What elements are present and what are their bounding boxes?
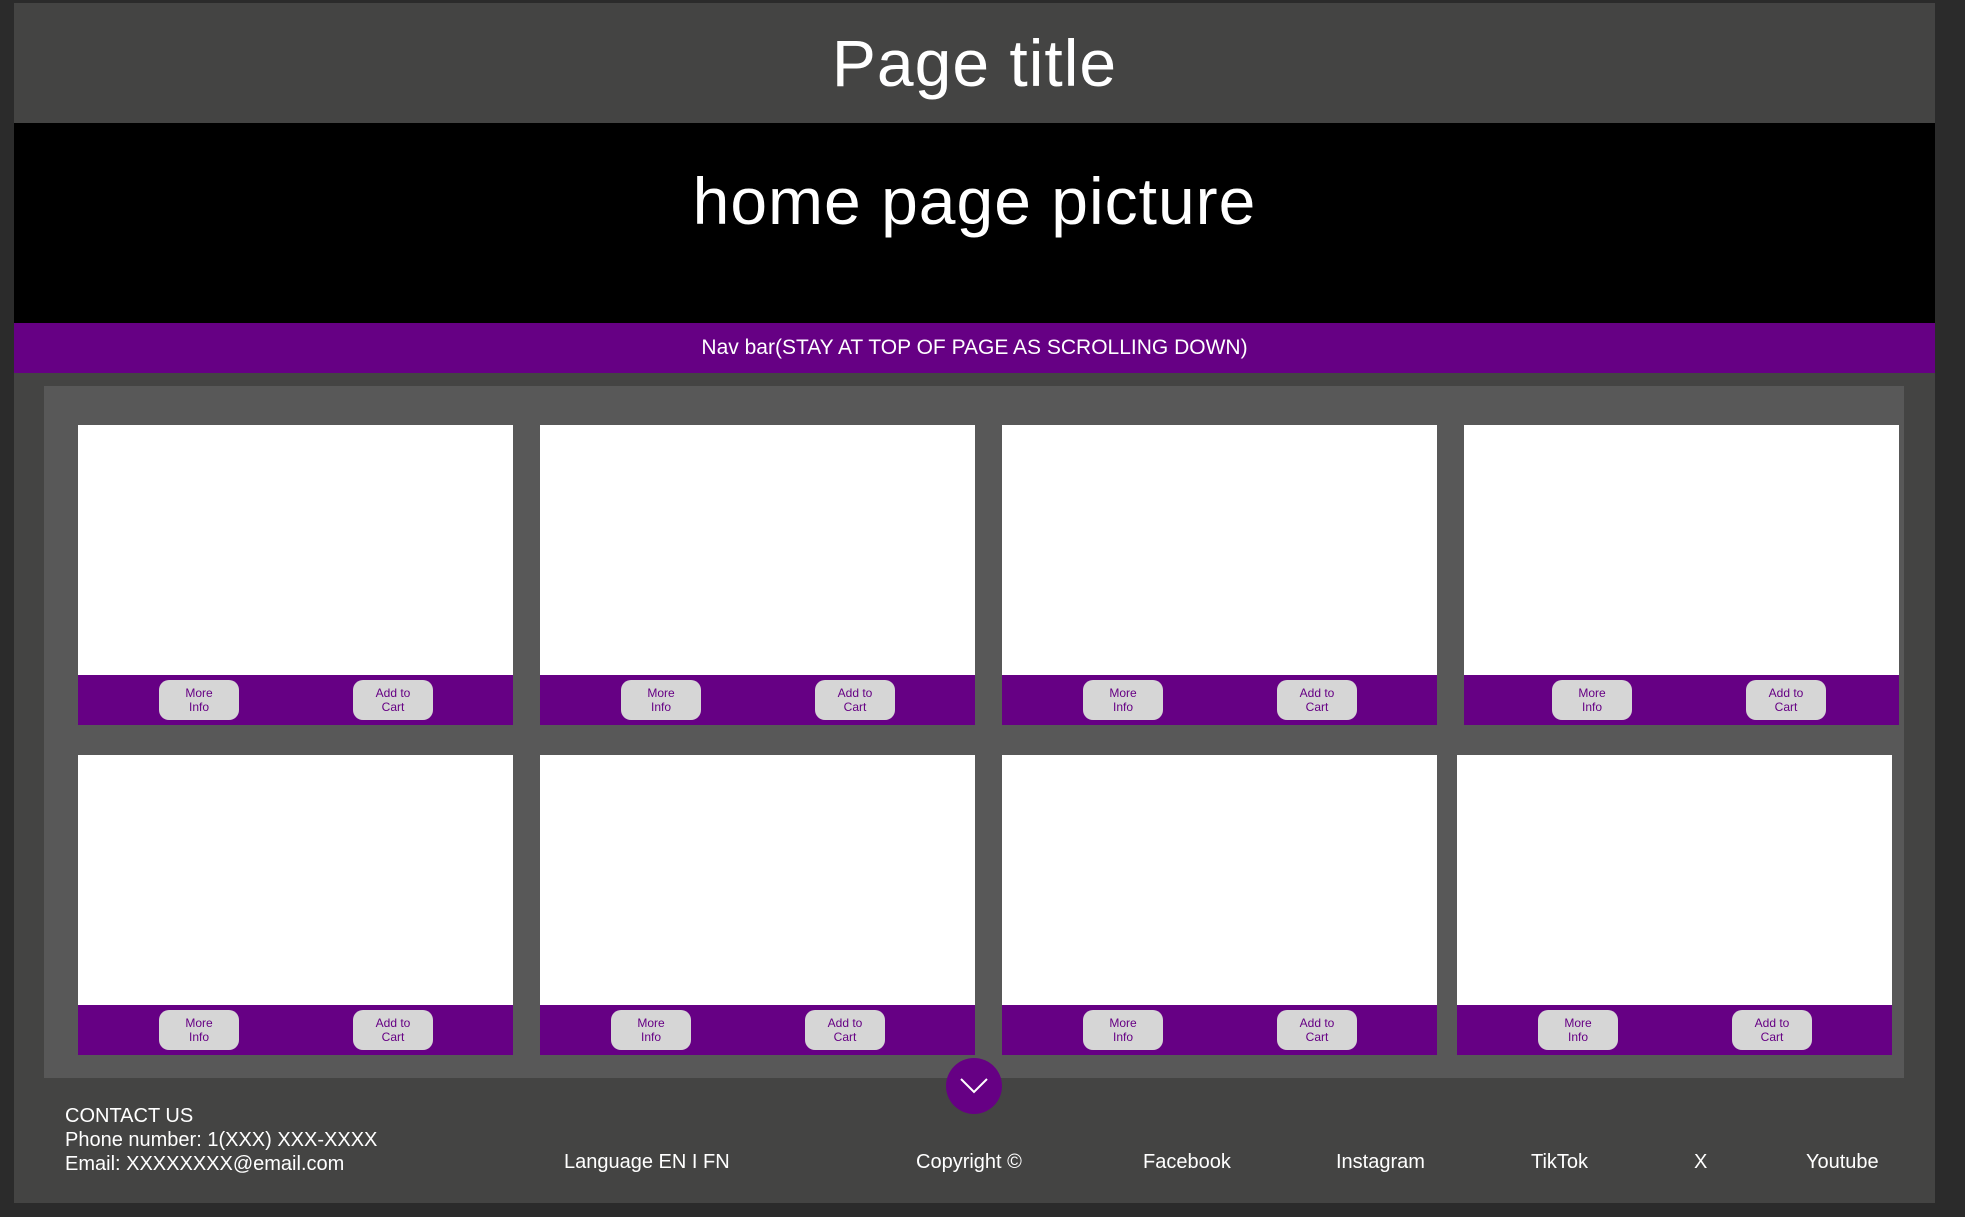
add-to-cart-button[interactable]: Add to Cart bbox=[353, 1010, 433, 1050]
product-card-actions: More Info Add to Cart bbox=[78, 1005, 513, 1055]
product-card[interactable]: More Info Add to Cart bbox=[1464, 425, 1899, 725]
more-info-button[interactable]: More Info bbox=[621, 680, 701, 720]
home-page-picture: home page picture bbox=[14, 123, 1935, 323]
copyright-text: Copyright © bbox=[916, 1151, 1022, 1173]
scroll-down-button[interactable] bbox=[946, 1058, 1002, 1114]
more-info-button[interactable]: More Info bbox=[611, 1010, 691, 1050]
add-to-cart-button[interactable]: Add to Cart bbox=[1746, 680, 1826, 720]
more-info-button[interactable]: More Info bbox=[1538, 1010, 1618, 1050]
product-card[interactable]: More Info Add to Cart bbox=[78, 755, 513, 1055]
product-card-actions: More Info Add to Cart bbox=[540, 1005, 975, 1055]
contact-email: Email: XXXXXXXX@email.com bbox=[65, 1153, 345, 1175]
tiktok-link[interactable]: TikTok bbox=[1531, 1150, 1588, 1174]
add-to-cart-button[interactable]: Add to Cart bbox=[1277, 1010, 1357, 1050]
language-selector[interactable]: Language EN I FN bbox=[564, 1150, 730, 1174]
add-to-cart-button[interactable]: Add to Cart bbox=[1732, 1010, 1812, 1050]
add-to-cart-button[interactable]: Add to Cart bbox=[815, 680, 895, 720]
more-info-button[interactable]: More Info bbox=[1083, 680, 1163, 720]
contact-heading: CONTACT US bbox=[65, 1105, 194, 1127]
product-card[interactable]: More Info Add to Cart bbox=[540, 755, 975, 1055]
product-card-actions: More Info Add to Cart bbox=[1002, 1005, 1437, 1055]
add-to-cart-button[interactable]: Add to Cart bbox=[353, 680, 433, 720]
hero-label: home page picture bbox=[692, 164, 1257, 238]
contact-us: CONTACT US Phone number: 1(XXX) XXX-XXXX… bbox=[65, 1104, 377, 1176]
product-card-actions: More Info Add to Cart bbox=[1464, 675, 1899, 725]
product-grid: More Info Add to Cart More Info Add to C… bbox=[44, 386, 1904, 1078]
product-card-actions: More Info Add to Cart bbox=[78, 675, 513, 725]
more-info-button[interactable]: More Info bbox=[159, 1010, 239, 1050]
contact-phone: Phone number: 1(XXX) XXX-XXXX bbox=[65, 1129, 378, 1151]
product-card-actions: More Info Add to Cart bbox=[1002, 675, 1437, 725]
product-card-actions: More Info Add to Cart bbox=[1457, 1005, 1892, 1055]
product-card-actions: More Info Add to Cart bbox=[540, 675, 975, 725]
page-frame: Page title home page picture Nav bar(STA… bbox=[14, 3, 1935, 1203]
youtube-link[interactable]: Youtube bbox=[1806, 1150, 1879, 1174]
page-title: Page title bbox=[831, 26, 1118, 100]
add-to-cart-button[interactable]: Add to Cart bbox=[1277, 680, 1357, 720]
chevron-down-icon bbox=[960, 1078, 988, 1094]
page-header: Page title bbox=[14, 3, 1935, 123]
instagram-link[interactable]: Instagram bbox=[1336, 1150, 1425, 1174]
more-info-button[interactable]: More Info bbox=[159, 680, 239, 720]
nav-bar[interactable]: Nav bar(STAY AT TOP OF PAGE AS SCROLLING… bbox=[14, 323, 1935, 373]
product-card[interactable]: More Info Add to Cart bbox=[1002, 425, 1437, 725]
more-info-button[interactable]: More Info bbox=[1083, 1010, 1163, 1050]
more-info-button[interactable]: More Info bbox=[1552, 680, 1632, 720]
product-card[interactable]: More Info Add to Cart bbox=[540, 425, 975, 725]
product-card[interactable]: More Info Add to Cart bbox=[1457, 755, 1892, 1055]
product-card[interactable]: More Info Add to Cart bbox=[1002, 755, 1437, 1055]
product-card[interactable]: More Info Add to Cart bbox=[78, 425, 513, 725]
x-link[interactable]: X bbox=[1694, 1150, 1707, 1174]
add-to-cart-button[interactable]: Add to Cart bbox=[805, 1010, 885, 1050]
facebook-link[interactable]: Facebook bbox=[1143, 1150, 1231, 1174]
nav-bar-label: Nav bar(STAY AT TOP OF PAGE AS SCROLLING… bbox=[701, 336, 1248, 359]
